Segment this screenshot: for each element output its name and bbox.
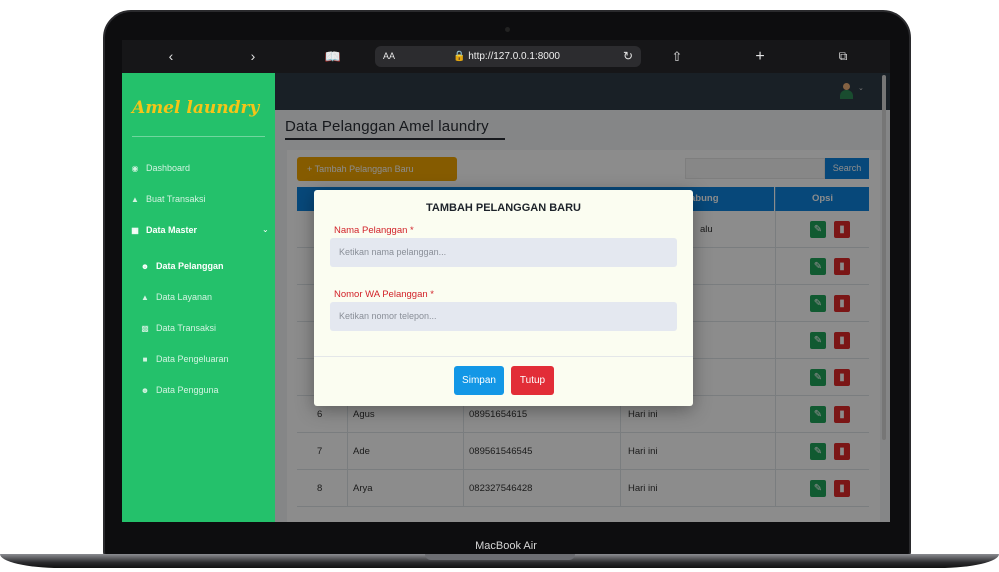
book-icon[interactable]: 📖 <box>324 40 342 73</box>
sidebar-item-data-master[interactable]: ▦ Data Master <box>130 222 197 238</box>
modal-divider <box>314 356 693 357</box>
sidebar-item-label: Data Master <box>146 225 198 235</box>
chevron-down-icon[interactable]: ⌄ <box>262 225 269 234</box>
sidebar-item-data-pengguna[interactable]: ☻ Data Pengguna <box>140 382 219 398</box>
table-icon: ▦ <box>131 226 139 235</box>
share-icon[interactable]: ⇧ <box>670 40 684 73</box>
sidebar-item-data-pelanggan[interactable]: ☻ Data Pelanggan <box>140 258 224 274</box>
dashboard-icon: ◉ <box>131 164 139 173</box>
back-icon[interactable]: ‹ <box>164 40 178 73</box>
sidebar-item-data-pengeluaran[interactable]: ■ Data Pengeluaran <box>140 351 229 367</box>
app-logo[interactable]: Amel laundry <box>132 98 259 118</box>
sidebar-item-label: Data Pengguna <box>156 385 219 395</box>
user-group-icon: ☻ <box>140 386 150 395</box>
name-field[interactable]: Ketikan nama pelanggan... <box>330 238 677 267</box>
phone-field[interactable]: Ketikan nomor telepon... <box>330 302 677 331</box>
sidebar-item-buat-transaksi[interactable]: ▲ Buat Transaksi <box>130 191 206 207</box>
sidebar-item-data-transaksi[interactable]: ▩ Data Transaksi <box>140 320 216 336</box>
camera <box>505 27 510 32</box>
screen: ‹ › 📖 AA 🔒 http://127.0.0.1:8000 ↻ ⇧ + ⧉… <box>122 40 890 522</box>
sidebar-item-label: Data Pengeluaran <box>156 354 229 364</box>
text-size-button[interactable]: AA <box>383 46 395 67</box>
sidebar-item-label: Data Pelanggan <box>156 261 224 271</box>
add-customer-modal: TAMBAH PELANGGAN BARU Nama Pelanggan * K… <box>314 190 693 406</box>
sidebar-item-dashboard[interactable]: ◉ Dashboard <box>130 160 191 176</box>
tabs-icon[interactable]: ⧉ <box>836 40 850 73</box>
address-bar[interactable]: AA 🔒 http://127.0.0.1:8000 ↻ <box>375 46 641 67</box>
url-value: http://127.0.0.1:8000 <box>468 51 560 62</box>
laptop-mockup: MacBook Air ‹ › 📖 AA 🔒 http://127.0.0.1:… <box>0 0 999 572</box>
modal-title: TAMBAH PELANGGAN BARU <box>425 202 581 214</box>
name-label: Nama Pelanggan * <box>334 225 414 236</box>
money-icon: ■ <box>142 355 148 364</box>
sidebar-divider <box>132 136 265 137</box>
sidebar: Amel laundry ◉ Dashboard ▲ Buat Transaksi … <box>122 73 275 522</box>
device-caption: MacBook Air <box>475 540 537 552</box>
chart-icon: ▩ <box>141 324 149 333</box>
sidebar-item-data-layanan[interactable]: ▲ Data Layanan <box>140 289 212 305</box>
sidebar-item-label: Data Transaksi <box>156 323 217 333</box>
phone-label: Nomor WA Pelanggan * <box>334 289 434 300</box>
forward-icon[interactable]: › <box>246 40 260 73</box>
browser-toolbar: ‹ › 📖 AA 🔒 http://127.0.0.1:8000 ↻ ⇧ + ⧉ <box>122 40 890 73</box>
save-button[interactable]: Simpan <box>454 366 504 395</box>
sidebar-item-label: Buat Transaksi <box>146 194 206 204</box>
sidebar-item-label: Dashboard <box>146 163 191 173</box>
users-icon: ☻ <box>140 262 150 271</box>
close-button[interactable]: Tutup <box>511 366 554 395</box>
sidebar-item-label: Data Layanan <box>156 292 213 302</box>
reload-icon[interactable]: ↻ <box>623 46 633 67</box>
url-text: 🔒 http://127.0.0.1:8000 <box>453 51 560 62</box>
new-tab-icon[interactable]: + <box>753 40 767 73</box>
shirt-icon: ▲ <box>141 293 149 302</box>
basket-icon: ▲ <box>131 195 139 204</box>
